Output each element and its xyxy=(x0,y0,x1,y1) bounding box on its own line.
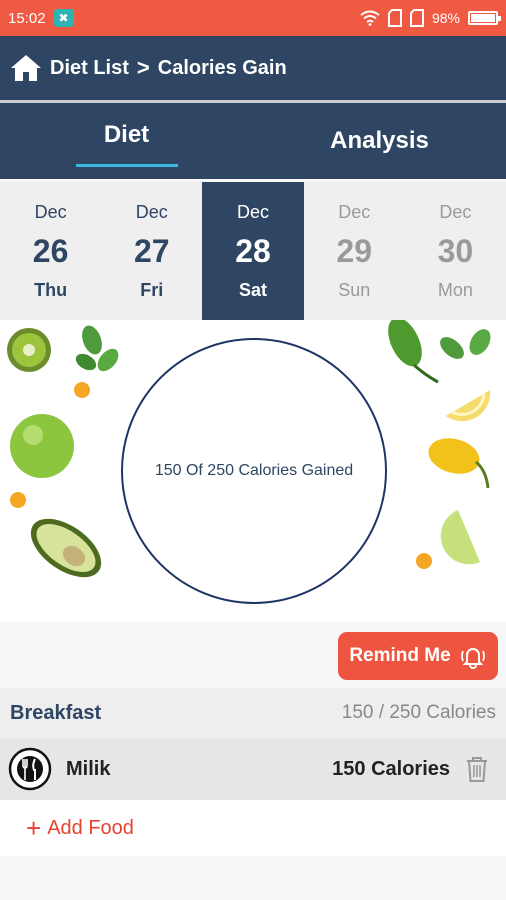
status-indicators: 98% xyxy=(360,9,501,27)
green-pepper-icon xyxy=(388,320,439,384)
food-name: Milik xyxy=(66,757,111,780)
lemon-slice-icon xyxy=(446,390,491,422)
green-apple-icon xyxy=(10,414,74,478)
date-month: Dec xyxy=(338,201,371,222)
sim-card-1-icon xyxy=(387,9,402,27)
bottom-spacer xyxy=(0,856,506,900)
date-month: Dec xyxy=(135,201,168,222)
calorie-progress-ring: 150 Of 250 Calories Gained xyxy=(121,338,387,604)
food-item-row[interactable]: Milik 150 Calories xyxy=(0,738,506,800)
app-header: Diet List > Calories Gain xyxy=(0,36,506,100)
status-bar: 15:02 ✖ 98% xyxy=(0,0,506,36)
date-day: 28 xyxy=(235,232,271,269)
remind-me-button[interactable]: Remind Me xyxy=(338,632,498,680)
date-item[interactable]: Dec 29 Sun xyxy=(304,182,405,320)
tab-diet-label: Diet xyxy=(103,121,150,148)
mint-leaf-icon xyxy=(75,325,119,372)
date-item-selected[interactable]: Dec 28 Sat xyxy=(202,182,304,320)
trash-icon[interactable] xyxy=(464,755,490,783)
date-day: 26 xyxy=(32,232,69,269)
breadcrumb-diet-list[interactable]: Diet List xyxy=(50,57,129,80)
wifi-icon xyxy=(360,10,380,26)
yellow-chili-icon xyxy=(428,438,490,489)
food-calories: 150 Calories xyxy=(332,757,450,780)
calorie-progress-text: 150 Of 250 Calories Gained xyxy=(154,462,354,479)
plate-cutlery-icon xyxy=(8,747,52,791)
date-item[interactable]: Dec 27 Fri xyxy=(101,182,202,320)
orange-berry-icon xyxy=(416,553,432,569)
remind-me-label: Remind Me xyxy=(349,645,451,666)
date-weekday: Mon xyxy=(437,279,473,300)
date-month: Dec xyxy=(237,201,270,222)
tab-analysis[interactable]: Analysis xyxy=(253,103,506,179)
app-notification-icon: ✖ xyxy=(53,9,74,27)
tab-bar: Diet Analysis xyxy=(0,103,506,179)
date-day: 30 xyxy=(437,232,474,269)
date-weekday: Sat xyxy=(239,279,268,300)
mint-leaf-icon xyxy=(440,329,491,359)
orange-berry-icon xyxy=(74,382,90,398)
breadcrumb-separator: > xyxy=(136,55,150,80)
date-day: 29 xyxy=(336,232,372,269)
app-screen: 15:02 ✖ 98% Diet List > Calories Gain Di… xyxy=(0,0,506,900)
tab-diet[interactable]: Diet xyxy=(0,103,253,179)
status-time: 15:02 xyxy=(8,9,46,27)
date-item[interactable]: Dec 30 Mon xyxy=(405,182,506,320)
date-weekday: Fri xyxy=(140,279,164,300)
date-day: 27 xyxy=(134,232,170,269)
date-month: Dec xyxy=(34,201,67,222)
calorie-progress-panel: 150 Of 250 Calories Gained xyxy=(0,320,506,622)
date-selector: Dec 26 Thu Dec 27 Fri Dec 28 Sat Dec 29 … xyxy=(0,182,506,320)
orange-berry-icon xyxy=(10,492,26,508)
battery-icon xyxy=(468,11,501,25)
meal-header-breakfast: Breakfast 150 / 250 Calories xyxy=(0,688,506,738)
bell-icon xyxy=(460,648,485,669)
plus-icon: + xyxy=(26,813,42,843)
battery-level xyxy=(471,14,495,22)
lime-slice-icon xyxy=(440,510,480,565)
add-food-button[interactable]: + Add Food xyxy=(0,800,506,856)
home-icon[interactable] xyxy=(10,52,42,84)
add-food-label: Add Food xyxy=(47,816,134,839)
meal-calories: 150 / 250 Calories xyxy=(341,702,496,723)
meal-title: Breakfast xyxy=(10,701,102,724)
sim-card-2-icon xyxy=(409,9,424,27)
kiwi-icon xyxy=(7,328,51,372)
remind-area: Remind Me xyxy=(0,622,506,688)
avocado-icon xyxy=(30,518,102,578)
tab-analysis-label: Analysis xyxy=(330,127,429,154)
active-tab-indicator xyxy=(76,164,178,167)
date-month: Dec xyxy=(439,201,472,222)
battery-percent: 98% xyxy=(431,10,460,26)
date-weekday: Sun xyxy=(338,279,371,300)
date-item[interactable]: Dec 26 Thu xyxy=(0,182,101,320)
date-weekday: Thu xyxy=(34,279,68,300)
breadcrumb: Diet List > Calories Gain xyxy=(50,55,287,81)
breadcrumb-current: Calories Gain xyxy=(157,56,287,79)
